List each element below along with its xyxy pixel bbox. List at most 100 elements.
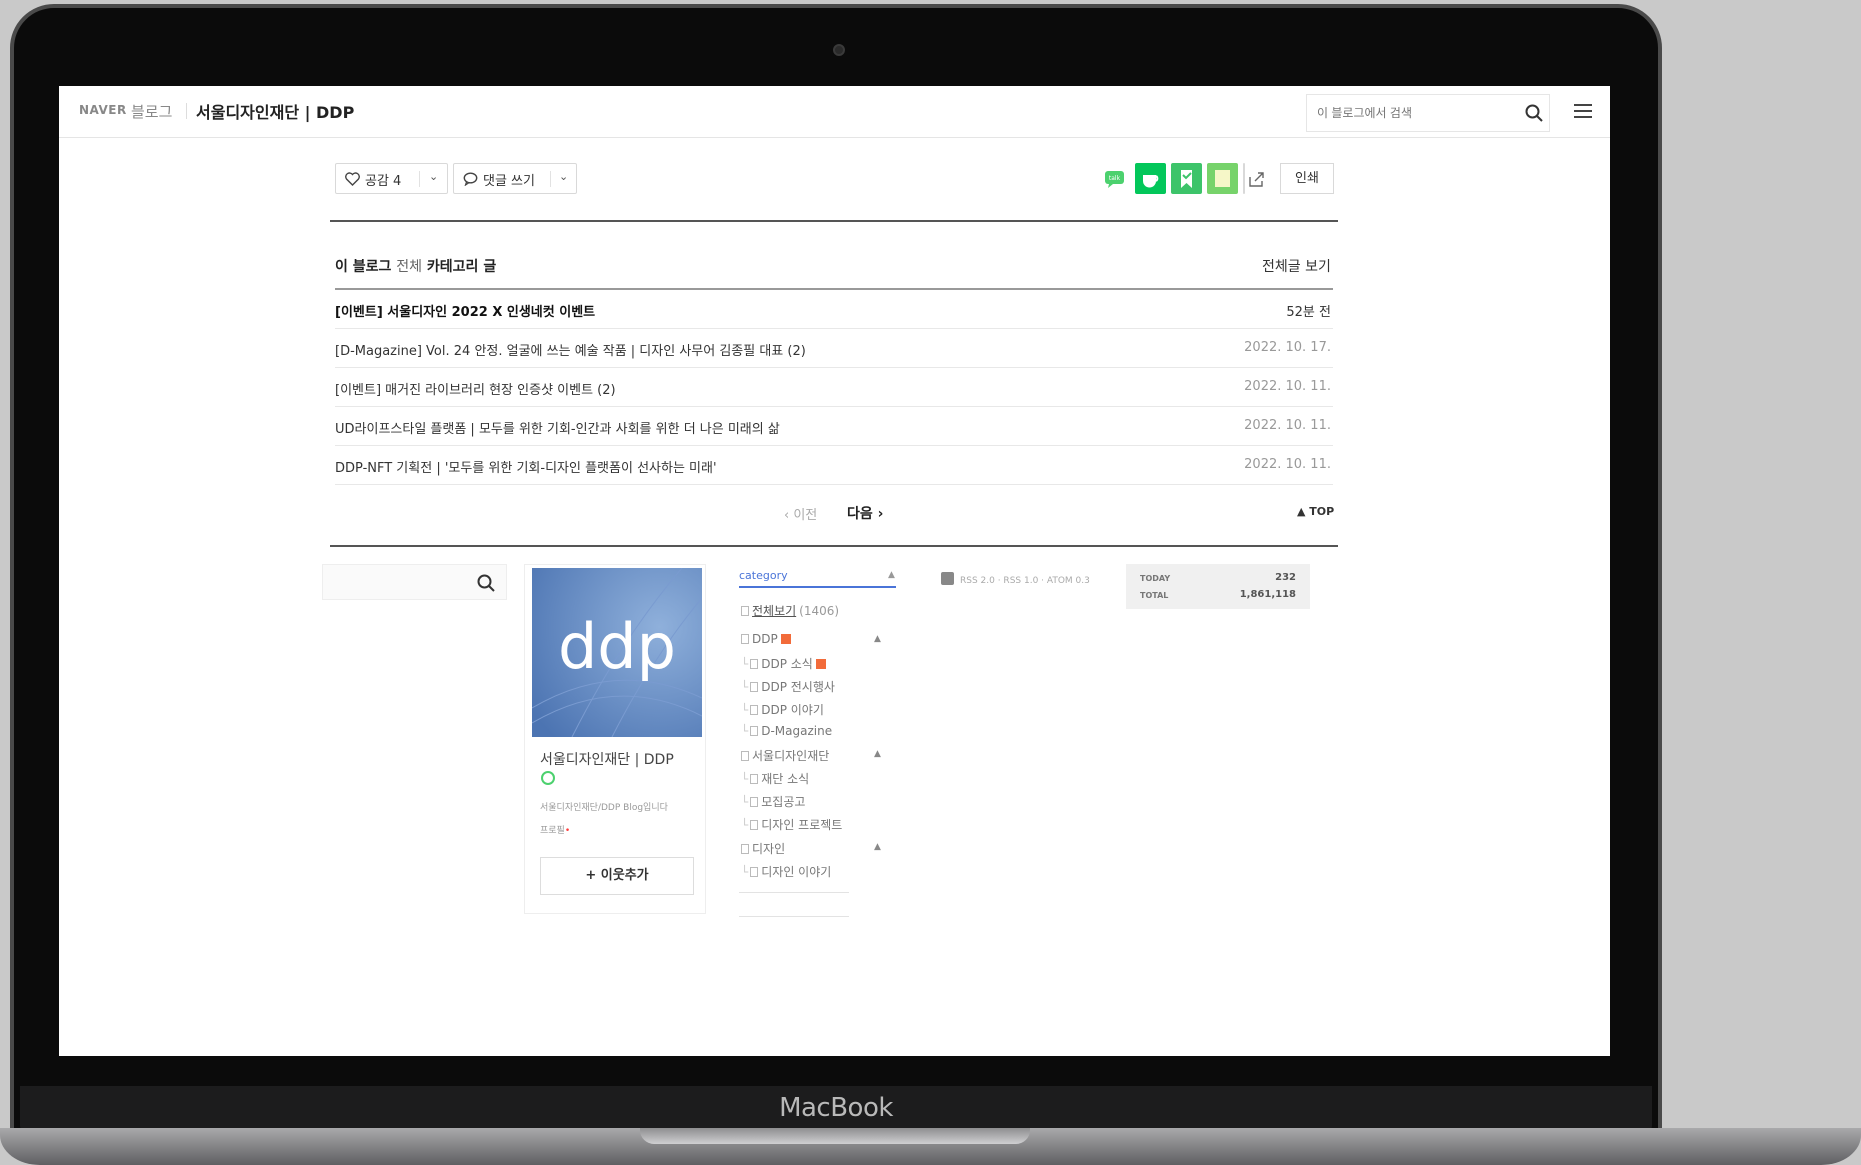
post-title[interactable]: DDP-NFT 기획전 | '모두를 위한 기회-디자인 플랫폼이 선사하는 미…: [335, 457, 717, 476]
category-label: 디자인 이야기: [761, 865, 832, 879]
category-item-ddp-exhibition[interactable]: └ DDP 전시행사: [741, 678, 835, 695]
post-title[interactable]: [D-Magazine] Vol. 24 안정. 얼굴에 쓰는 예술 작품 | …: [335, 340, 806, 359]
category-item-foundation[interactable]: 서울디자인재단: [741, 747, 829, 764]
next-page-link[interactable]: 다음 ›: [847, 503, 883, 523]
file-icon: [750, 682, 759, 692]
category-item-ddp-story[interactable]: └ DDP 이야기: [741, 701, 824, 718]
today-label: TODAY: [1140, 574, 1171, 583]
like-label: 공감 4: [365, 174, 402, 189]
category-label: 서울디자인재단: [752, 749, 830, 763]
rss-links[interactable]: RSS 2.0 · RSS 1.0 · ATOM 0.3: [941, 572, 1090, 586]
heading-category[interactable]: 전체: [396, 259, 422, 275]
top-bar: NAVER 블로그 서울디자인재단 | DDP: [59, 86, 1610, 138]
file-icon: [750, 705, 759, 715]
category-label: 모집공고: [761, 795, 806, 809]
post-title[interactable]: UD라이프스타일 플랫폼 | 모두를 위한 기회-인간과 사회를 위한 더 나은…: [335, 418, 780, 437]
profile-link[interactable]: 프로필: [540, 826, 565, 836]
menu-icon[interactable]: [1574, 104, 1592, 120]
prev-page-link[interactable]: ‹ 이전: [784, 504, 817, 523]
file-icon: [750, 867, 759, 877]
category-item-ddp-news[interactable]: └ DDP 소식: [741, 655, 826, 672]
divider: [330, 220, 1338, 222]
bookmark-share-icon[interactable]: [1171, 163, 1202, 194]
post-date: 2022. 10. 17.: [1244, 340, 1331, 355]
divider: [550, 171, 551, 187]
blog-title[interactable]: 서울디자인재단 | DDP: [196, 99, 354, 123]
new-badge: [780, 634, 791, 644]
folder-icon: [741, 751, 749, 761]
external-share-icon[interactable]: [1247, 170, 1267, 188]
comment-label: 댓글 쓰기: [483, 174, 535, 189]
post-title[interactable]: [이벤트] 서울디자인 2022 X 인생네컷 이벤트: [335, 301, 595, 320]
share-icon[interactable]: [1243, 163, 1245, 194]
svg-text:talk: talk: [1109, 175, 1121, 182]
rss-text[interactable]: RSS 2.0 · RSS 1.0 · ATOM 0.3: [960, 576, 1090, 586]
print-button[interactable]: 인쇄: [1280, 163, 1334, 194]
post-date: 52분 전: [1286, 305, 1331, 320]
verified-icon: [541, 771, 555, 785]
post-date: 2022. 10. 11.: [1244, 379, 1331, 394]
category-label: DDP: [752, 632, 778, 646]
comment-button[interactable]: 댓글 쓰기 ⌄: [453, 163, 577, 194]
post-row[interactable]: [D-Magazine] Vol. 24 안정. 얼굴에 쓰는 예술 작품 | …: [335, 329, 1333, 368]
sidebar-search[interactable]: [322, 564, 507, 600]
category-label: DDP 소식: [761, 657, 813, 671]
laptop-notch: [640, 1128, 1030, 1144]
category-item-ddp[interactable]: DDP: [741, 632, 791, 646]
new-dot: •: [564, 826, 571, 836]
collapse-icon[interactable]: ▲: [874, 749, 881, 759]
add-neighbor-button[interactable]: + 이웃추가: [540, 857, 694, 895]
category-item-all[interactable]: 전체보기 (1406): [741, 602, 839, 619]
cafe-share-icon[interactable]: [1135, 163, 1166, 194]
post-row[interactable]: [이벤트] 서울디자인 2022 X 인생네컷 이벤트 52분 전: [335, 290, 1333, 329]
category-label: 재단 소식: [761, 772, 810, 786]
heading-suffix: 카테고리 글: [426, 259, 497, 275]
chevron-down-icon[interactable]: ⌄: [429, 170, 438, 183]
category-item-design-project[interactable]: └ 디자인 프로젝트: [741, 816, 842, 833]
search-icon[interactable]: [1525, 104, 1543, 122]
ddp-logo: ddp: [558, 610, 676, 683]
rss-icon: [941, 572, 954, 585]
heart-icon: [345, 172, 360, 186]
category-heading[interactable]: category: [739, 569, 788, 582]
visitor-counter: TODAY 232 TOTAL 1,861,118: [1126, 564, 1310, 609]
device-brand: MacBook: [779, 1093, 893, 1123]
post-row[interactable]: [이벤트] 매거진 라이브러리 현장 인증샷 이벤트 (2) 2022. 10.…: [335, 368, 1333, 407]
divider: [739, 892, 849, 893]
category-item-foundation-news[interactable]: └ 재단 소식: [741, 770, 809, 787]
category-item-design[interactable]: 디자인: [741, 840, 785, 857]
naver-logo[interactable]: NAVER: [79, 103, 127, 117]
category-count: (1406): [799, 604, 840, 618]
collapse-icon[interactable]: ▲: [874, 842, 881, 852]
post-title[interactable]: [이벤트] 매거진 라이브러리 현장 인증샷 이벤트 (2): [335, 379, 616, 398]
chevron-down-icon[interactable]: ⌄: [559, 170, 568, 183]
view-all-posts-link[interactable]: 전체글 보기: [1262, 256, 1331, 276]
camera-icon: [833, 44, 845, 56]
memo-share-icon[interactable]: [1207, 163, 1238, 194]
collapse-icon[interactable]: ▲: [874, 634, 881, 644]
blog-search-input[interactable]: [1317, 103, 1507, 123]
category-item-recruit[interactable]: └ 모집공고: [741, 793, 805, 810]
talk-share-icon[interactable]: talk: [1099, 163, 1130, 194]
category-item-design-story[interactable]: └ 디자인 이야기: [741, 863, 831, 880]
post-row[interactable]: DDP-NFT 기획전 | '모두를 위한 기회-디자인 플랫폼이 선사하는 미…: [335, 446, 1333, 485]
caret-up-icon[interactable]: ▲: [888, 570, 895, 580]
search-icon[interactable]: [477, 574, 495, 592]
folder-icon: [741, 634, 749, 644]
total-label: TOTAL: [1140, 591, 1169, 600]
total-value: 1,861,118: [1239, 589, 1296, 600]
post-row[interactable]: UD라이프스타일 플랫폼 | 모두를 위한 기회-인간과 사회를 위한 더 나은…: [335, 407, 1333, 446]
post-date: 2022. 10. 11.: [1244, 457, 1331, 472]
blog-home-link[interactable]: 블로그: [131, 101, 172, 122]
category-label: DDP 전시행사: [761, 680, 835, 694]
profile-description: 서울디자인재단/DDP Blog입니다 프로필•: [540, 797, 690, 843]
file-icon: [750, 820, 759, 830]
like-button[interactable]: 공감 4 ⌄: [335, 163, 448, 194]
divider: [330, 545, 1338, 547]
file-icon: [741, 606, 749, 616]
profile-image[interactable]: ddp: [532, 568, 702, 737]
file-icon: [750, 797, 759, 807]
category-item-d-magazine[interactable]: └ D-Magazine: [741, 724, 832, 738]
category-label: 전체보기: [752, 604, 797, 618]
back-to-top-link[interactable]: ▲ TOP: [1297, 505, 1334, 518]
